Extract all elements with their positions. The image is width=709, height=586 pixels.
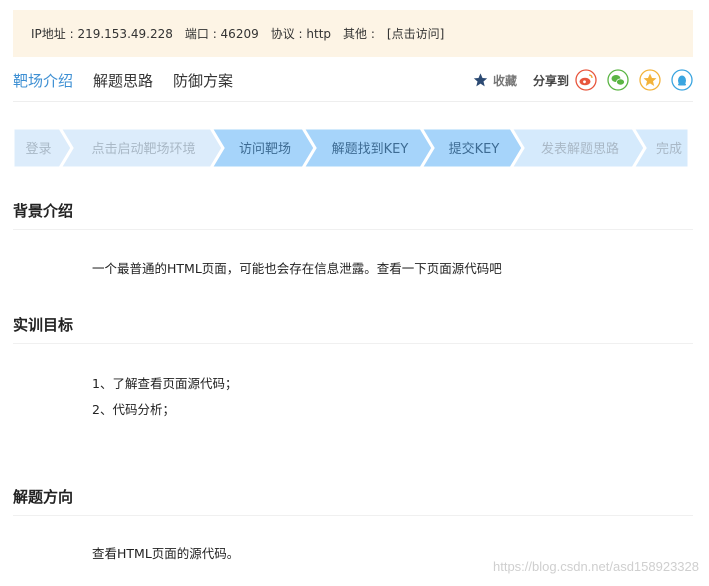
favorite-button[interactable]: 收藏 (472, 72, 517, 89)
section-title-direction: 解题方向 (13, 482, 693, 516)
visit-link[interactable]: [点击访问] (387, 25, 444, 42)
step-label: 解题找到KEY (332, 142, 409, 157)
tab-defense[interactable]: 防御方案 (173, 70, 233, 91)
step-label: 发表解题思路 (541, 141, 619, 157)
section-title-goals: 实训目标 (13, 310, 693, 344)
goal-item: 1、了解查看页面源代码； (92, 376, 238, 391)
wechat-icon[interactable] (607, 69, 629, 91)
tab-solution-ideas[interactable]: 解题思路 (93, 70, 153, 91)
goal-item: 2、代码分析； (92, 402, 175, 417)
favorite-label: 收藏 (492, 73, 517, 88)
share-tools: 收藏 分享到 (472, 68, 693, 92)
background-text: 一个最普通的HTML页面，可能也会存在信息泄露。查看一下页面源代码吧 (92, 261, 502, 276)
tab-intro[interactable]: 靶场介绍 (13, 70, 73, 91)
port: 端口 : 46209 (184, 27, 259, 41)
weibo-icon[interactable] (575, 69, 597, 91)
section-title-background: 背景介绍 (13, 196, 693, 230)
direction-text: 查看HTML页面的源代码。 (92, 546, 240, 561)
progress-steps: 登录 点击启动靶场环境 访问靶场 解题找到KEY 提交KEY 发表解题思路 完成 (11, 126, 691, 170)
ip-address: IP地址 : 219.153.49.228 (31, 27, 173, 41)
qzone-icon[interactable] (639, 69, 661, 91)
tab-bar: 靶场介绍 解题思路 防御方案 收藏 分享到 (13, 66, 693, 102)
share-label: 分享到 (532, 73, 569, 88)
step-label: 点击启动靶场环境 (91, 142, 195, 157)
target-info-bar: IP地址 : 219.153.49.228 端口 : 46209 协议 : ht… (13, 10, 693, 57)
other-label: 其他 : (343, 27, 375, 41)
step-label: 完成 (656, 142, 682, 157)
star-icon (473, 73, 488, 87)
protocol: 协议 : http (270, 27, 332, 41)
step-label: 提交KEY (449, 141, 500, 157)
qq-icon[interactable] (671, 69, 693, 91)
step-label: 访问靶场 (239, 142, 291, 157)
goals-list: 1、了解查看页面源代码； 2、代码分析； (92, 371, 237, 423)
step-label: 登录 (25, 142, 51, 157)
watermark: https://blog.csdn.net/asd158923328 (493, 559, 699, 574)
